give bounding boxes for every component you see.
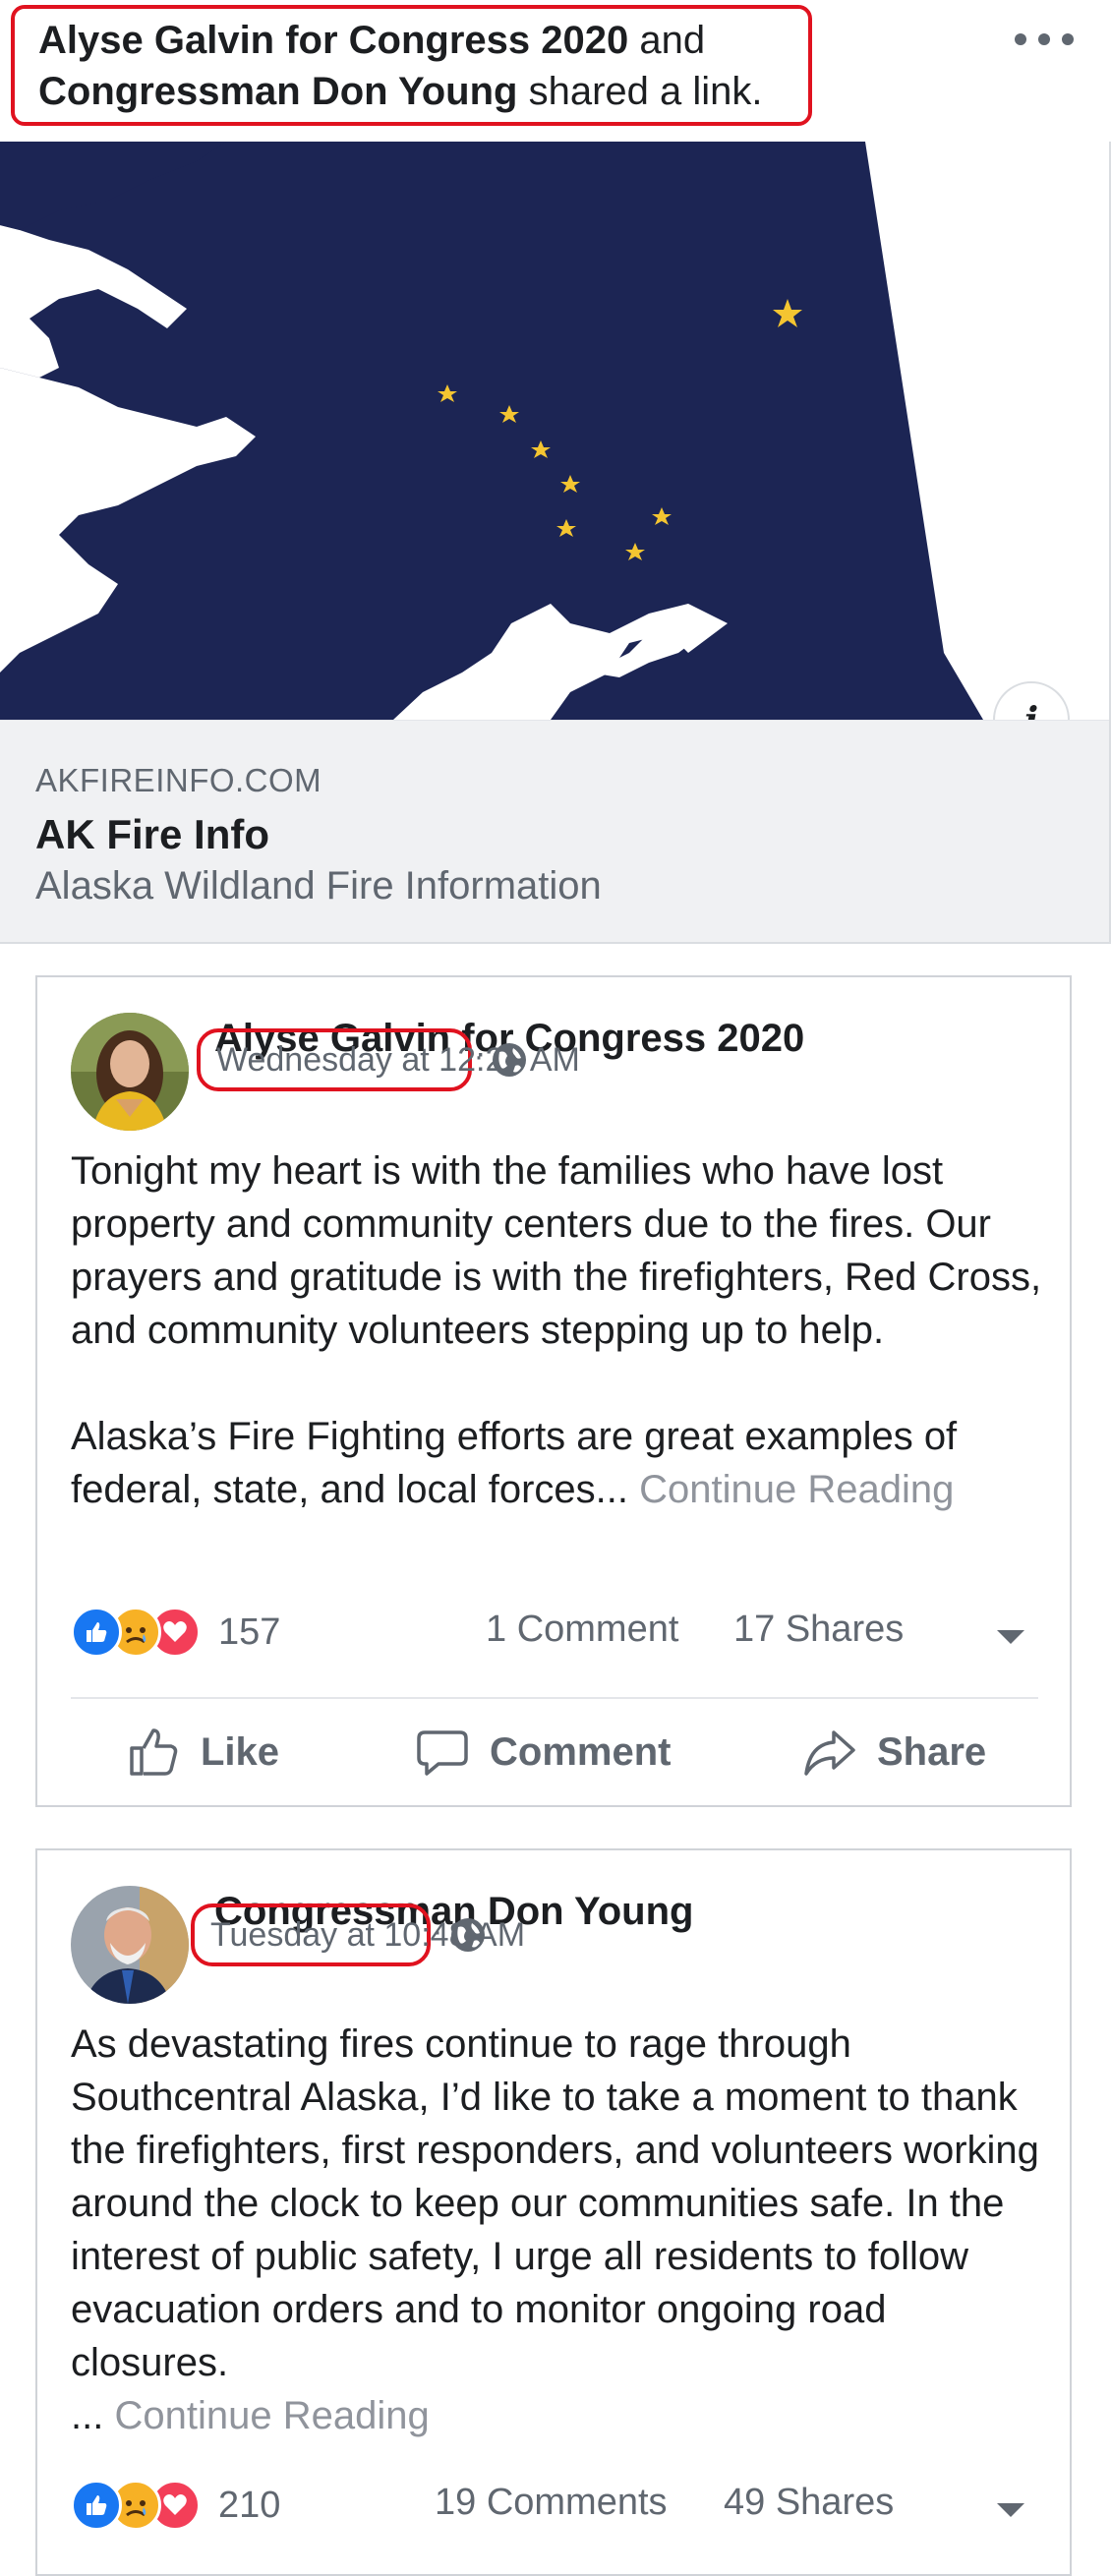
post-body-text: Tonight my heart is with the families wh…: [71, 1149, 1042, 1511]
reactions-summary[interactable]: 157: [71, 1607, 280, 1658]
link-domain: AKFIREINFO.COM: [35, 762, 322, 798]
chevron-down-icon[interactable]: [997, 2503, 1024, 2517]
post-timestamp[interactable]: Tuesday at 10:48 AM: [191, 1903, 525, 1966]
share-button[interactable]: Share: [802, 1725, 986, 1780]
link-title[interactable]: AK Fire Info: [35, 811, 269, 858]
ellipsis-text: ...: [71, 2394, 104, 2437]
separator-dot: ·: [474, 1040, 484, 1073]
share-header: Alyse Galvin for Congress 2020 and Congr…: [0, 0, 1111, 138]
globe-icon: [493, 1043, 526, 1077]
divider: [71, 1697, 1038, 1699]
post-card: Congressman Don Young Tuesday at 10:48 A…: [35, 1848, 1072, 2576]
post-body-text: As devastating fires continue to rage th…: [71, 2022, 1039, 2384]
link-card[interactable]: i AKFIREINFO.COM AK Fire Info Alaska Wil…: [0, 142, 1111, 944]
globe-icon: [451, 1918, 485, 1952]
comment-icon: [417, 1730, 468, 1776]
link-meta[interactable]: AKFIREINFO.COM AK Fire Info Alaska Wildl…: [0, 720, 1109, 944]
alaska-flag-map-image: [0, 142, 1109, 720]
avatar[interactable]: [71, 1886, 189, 2004]
reaction-count: 157: [218, 1610, 281, 1653]
post-body: Tonight my heart is with the families wh…: [71, 1144, 1054, 1516]
chevron-down-icon[interactable]: [997, 1630, 1024, 1644]
shared-by-text: Alyse Galvin for Congress 2020 and Congr…: [11, 5, 812, 126]
comment-count[interactable]: 1 Comment: [486, 1609, 678, 1651]
action-text: shared a link.: [528, 70, 763, 113]
connector-text: and: [639, 19, 706, 62]
comment-button[interactable]: Comment: [415, 1725, 671, 1780]
reactions-summary[interactable]: 210: [71, 2480, 280, 2531]
like-button[interactable]: Like: [126, 1725, 279, 1780]
post-card: Alyse Galvin for Congress 2020 Wednesday…: [35, 975, 1072, 1807]
continue-reading-link[interactable]: Continue Reading: [114, 2394, 429, 2437]
link-description: Alaska Wildland Fire Information: [35, 864, 602, 907]
post-timestamp[interactable]: Wednesday at 12:23 AM: [197, 1028, 580, 1091]
like-icon: [71, 1607, 122, 1658]
share-label: Share: [877, 1729, 987, 1774]
more-options-icon[interactable]: [1015, 16, 1074, 63]
author-link-1[interactable]: Alyse Galvin for Congress 2020: [38, 19, 628, 62]
share-count[interactable]: 49 Shares: [724, 2482, 894, 2524]
share-count[interactable]: 17 Shares: [733, 1609, 904, 1651]
avatar[interactable]: [71, 1013, 189, 1131]
continue-reading-link[interactable]: Continue Reading: [639, 1468, 954, 1511]
post-body: As devastating fires continue to rage th…: [71, 2018, 1054, 2442]
comment-count[interactable]: 19 Comments: [435, 2482, 668, 2524]
separator-dot: ·: [433, 1915, 442, 1948]
like-icon: [71, 2480, 122, 2531]
share-icon: [804, 1730, 855, 1776]
thumbs-up-icon: [130, 1728, 178, 1776]
reaction-count: 210: [218, 2484, 281, 2526]
author-link-2[interactable]: Congressman Don Young: [38, 70, 517, 113]
like-label: Like: [201, 1729, 280, 1774]
comment-label: Comment: [490, 1729, 672, 1774]
